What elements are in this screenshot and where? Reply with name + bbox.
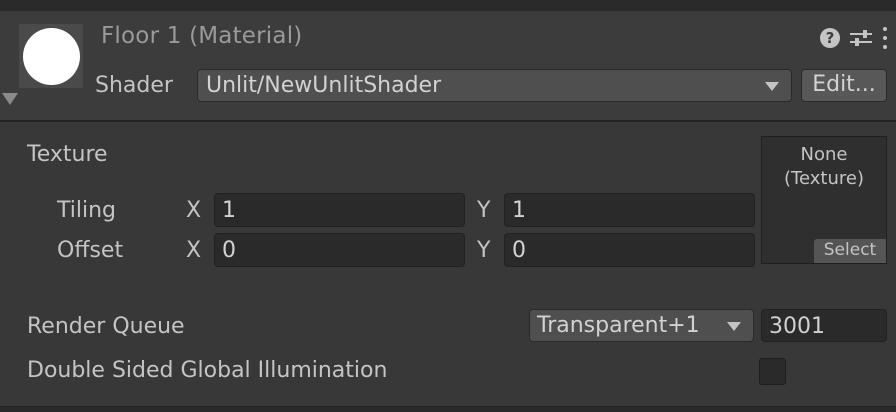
offset-x-field[interactable]: 0 [214,233,465,267]
chevron-down-icon [765,82,779,91]
offset-y-value: 0 [512,238,526,263]
edit-shader-button[interactable]: Edit... [801,69,887,102]
tiling-y-field[interactable]: 1 [504,193,755,227]
material-preview [19,24,83,88]
offset-x-value: 0 [222,238,236,263]
material-inspector: Floor 1 (Material) ? Shader Unlit/NewUnl… [0,0,896,412]
double-sided-gi-checkbox[interactable] [759,358,786,385]
offset-y-field[interactable]: 0 [504,233,755,267]
offset-label: Offset [57,238,124,263]
render-queue-label: Render Queue [27,314,185,339]
sliders-icon[interactable] [850,28,872,48]
render-queue-dropdown-value: Transparent+1 [537,313,700,338]
tiling-x-field[interactable]: 1 [214,193,465,227]
chevron-down-icon [727,322,741,331]
shader-dropdown[interactable]: Unlit/NewUnlitShader [197,69,792,102]
shader-label: Shader [95,73,173,98]
texture-slot-line2: (Texture) [784,168,864,189]
bottom-divider [0,406,896,412]
tiling-y-label: Y [477,198,491,223]
tiling-label: Tiling [57,198,117,223]
kebab-menu-icon[interactable] [882,27,888,49]
material-header: Floor 1 (Material) ? Shader Unlit/NewUnl… [0,11,896,122]
double-sided-gi-label: Double Sided Global Illumination [27,358,388,383]
texture-slot-text: None (Texture) [762,143,886,191]
header-icons: ? [820,25,888,51]
texture-slot[interactable]: None (Texture) Select [761,136,887,264]
shader-value: Unlit/NewUnlitShader [206,73,442,98]
material-title: Floor 1 (Material) [101,23,303,49]
render-queue-value: 3001 [769,314,825,339]
render-queue-value-field[interactable]: 3001 [761,309,887,342]
render-queue-dropdown[interactable]: Transparent+1 [529,309,754,342]
texture-label: Texture [27,142,108,167]
sphere-preview-icon [23,28,80,85]
tiling-x-value: 1 [222,198,236,223]
texture-slot-line1: None [800,144,848,165]
tiling-y-value: 1 [512,198,526,223]
foldout-arrow-icon[interactable] [2,93,18,105]
offset-x-label: X [186,238,202,263]
texture-select-button[interactable]: Select [814,239,886,263]
help-icon[interactable]: ? [820,28,840,48]
tiling-x-label: X [186,198,202,223]
offset-y-label: Y [477,238,491,263]
